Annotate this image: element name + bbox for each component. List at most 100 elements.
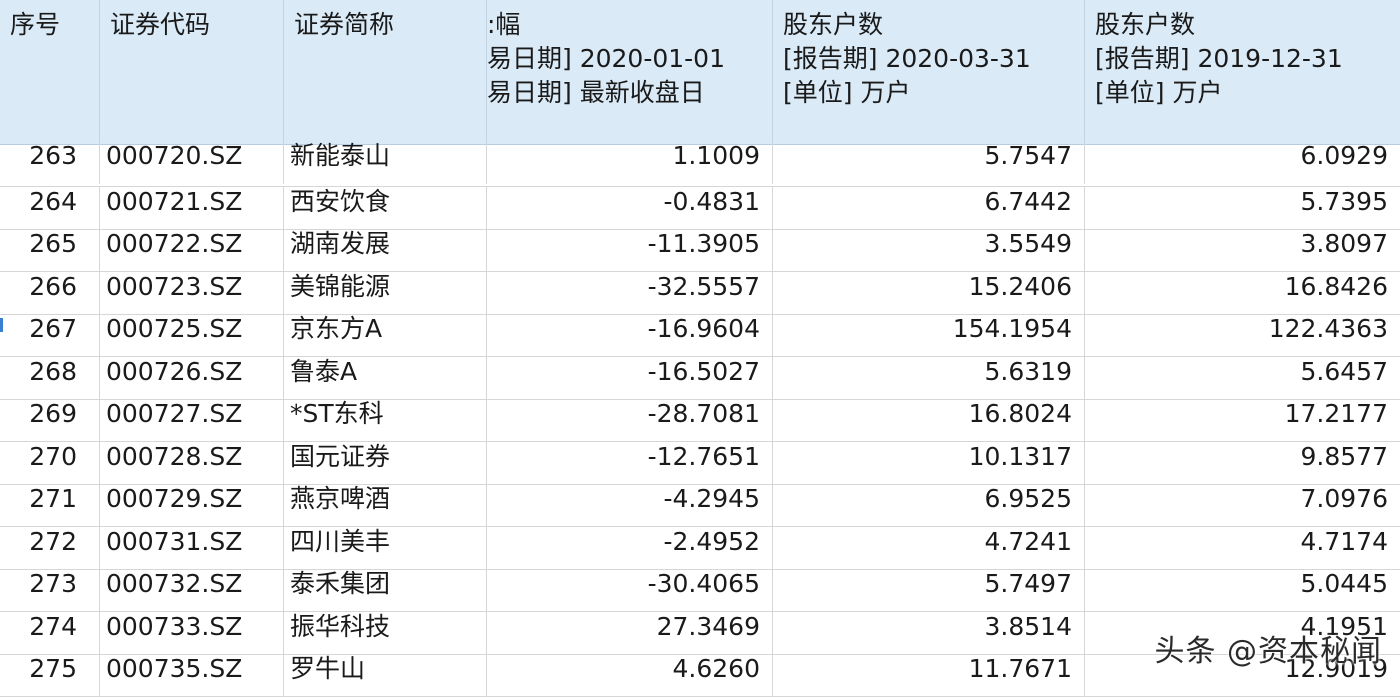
header-holders-2020q1-unit: [单位] 万户: [783, 78, 911, 107]
cell-holders-2019q4[interactable]: 7.0976: [1085, 484, 1400, 526]
cell-seq[interactable]: 273: [0, 569, 100, 611]
cell-holders-2019q4[interactable]: 3.8097: [1085, 229, 1400, 271]
cell-seq[interactable]: 272: [0, 527, 100, 569]
table-row[interactable]: 272 000731.SZ 四川美丰 -2.4952 4.7241 4.7174: [0, 527, 1400, 570]
cell-holders-2019q4[interactable]: 5.0445: [1085, 569, 1400, 611]
cell-change[interactable]: -12.7651: [487, 442, 773, 484]
cell-change[interactable]: -32.5557: [487, 272, 773, 314]
table-row[interactable]: 269 000727.SZ *ST东科 -28.7081 16.8024 17.2177: [0, 399, 1400, 442]
cell-holders-2020q1[interactable]: 5.7497: [773, 569, 1085, 611]
cell-holders-2019q4[interactable]: 4.7174: [1085, 527, 1400, 569]
cell-change[interactable]: -2.4952: [487, 527, 773, 569]
cell-code[interactable]: 000720.SZ: [100, 142, 284, 184]
cell-name[interactable]: 振华科技: [284, 612, 487, 654]
cell-code[interactable]: 000722.SZ: [100, 229, 284, 271]
cell-seq[interactable]: 274: [0, 612, 100, 654]
cell-holders-2019q4[interactable]: 5.6457: [1085, 357, 1400, 399]
cell-holders-2020q1[interactable]: 3.5549: [773, 229, 1085, 271]
cell-code[interactable]: 000727.SZ: [100, 399, 284, 441]
cell-name[interactable]: 京东方A: [284, 314, 487, 356]
cell-holders-2020q1[interactable]: 16.8024: [773, 399, 1085, 441]
cell-change[interactable]: 4.6260: [487, 654, 773, 696]
cell-holders-2019q4[interactable]: 16.8426: [1085, 272, 1400, 314]
cell-name[interactable]: 燕京啤酒: [284, 484, 487, 526]
cell-change[interactable]: -11.3905: [487, 229, 773, 271]
cell-code[interactable]: 000721.SZ: [100, 187, 284, 229]
cell-name[interactable]: 美锦能源: [284, 272, 487, 314]
cell-seq[interactable]: 267: [0, 314, 100, 356]
cell-seq[interactable]: 263: [0, 142, 100, 184]
cell-code[interactable]: 000733.SZ: [100, 612, 284, 654]
grid-header: 序号 证券代码 证券简称 :幅 易日期] 2020-01-01 易日期] 最新收…: [0, 0, 1400, 145]
table-row[interactable]: 267 000725.SZ 京东方A -16.9604 154.1954 122.4363: [0, 314, 1400, 357]
cell-code[interactable]: 000735.SZ: [100, 654, 284, 696]
cell-code[interactable]: 000723.SZ: [100, 272, 284, 314]
table-row[interactable]: 265 000722.SZ 湖南发展 -11.3905 3.5549 3.8097: [0, 229, 1400, 272]
cell-code[interactable]: 000726.SZ: [100, 357, 284, 399]
cell-change[interactable]: -16.5027: [487, 357, 773, 399]
cell-code[interactable]: 000728.SZ: [100, 442, 284, 484]
cell-change[interactable]: -0.4831: [487, 187, 773, 229]
cell-name[interactable]: 国元证券: [284, 442, 487, 484]
cell-change[interactable]: -4.2945: [487, 484, 773, 526]
table-row[interactable]: 271 000729.SZ 燕京啤酒 -4.2945 6.9525 7.0976: [0, 484, 1400, 527]
cell-holders-2020q1[interactable]: 4.7241: [773, 527, 1085, 569]
cell-name[interactable]: 四川美丰: [284, 527, 487, 569]
cell-holders-2019q4[interactable]: 122.4363: [1085, 314, 1400, 356]
cell-holders-2020q1[interactable]: 6.7442: [773, 187, 1085, 229]
cell-seq[interactable]: 275: [0, 654, 100, 696]
cell-holders-2019q4[interactable]: 17.2177: [1085, 399, 1400, 441]
cell-holders-2020q1[interactable]: 6.9525: [773, 484, 1085, 526]
header-change[interactable]: :幅 易日期] 2020-01-01 易日期] 最新收盘日: [487, 0, 773, 144]
cell-name[interactable]: 鲁泰A: [284, 357, 487, 399]
table-row[interactable]: 266 000723.SZ 美锦能源 -32.5557 15.2406 16.8426: [0, 272, 1400, 315]
table-row[interactable]: 273 000732.SZ 泰禾集团 -30.4065 5.7497 5.0445: [0, 569, 1400, 612]
cell-holders-2019q4[interactable]: 5.7395: [1085, 187, 1400, 229]
cell-seq[interactable]: 265: [0, 229, 100, 271]
header-holders-2019q4[interactable]: 股东户数 [报告期] 2019-12-31 [单位] 万户: [1085, 0, 1400, 144]
cell-name[interactable]: 西安饮食: [284, 187, 487, 229]
cell-name[interactable]: 新能泰山: [284, 142, 487, 184]
cell-holders-2020q1[interactable]: 15.2406: [773, 272, 1085, 314]
row-selection-marker: [0, 318, 3, 332]
cell-change[interactable]: -30.4065: [487, 569, 773, 611]
cell-holders-2019q4[interactable]: 6.0929: [1085, 142, 1400, 184]
cell-code[interactable]: 000725.SZ: [100, 314, 284, 356]
cell-seq[interactable]: 269: [0, 399, 100, 441]
header-name-label: 证券简称: [294, 10, 395, 39]
cell-change[interactable]: 27.3469: [487, 612, 773, 654]
cell-holders-2020q1[interactable]: 5.6319: [773, 357, 1085, 399]
header-holders-2020q1[interactable]: 股东户数 [报告期] 2020-03-31 [单位] 万户: [773, 0, 1085, 144]
table-row[interactable]: 268 000726.SZ 鲁泰A -16.5027 5.6319 5.6457: [0, 357, 1400, 400]
cell-seq[interactable]: 268: [0, 357, 100, 399]
header-holders-2019q4-period: [报告期] 2019-12-31: [1095, 44, 1343, 73]
header-name[interactable]: 证券简称: [284, 0, 487, 144]
cell-seq[interactable]: 271: [0, 484, 100, 526]
cell-name[interactable]: 罗牛山: [284, 654, 487, 696]
cell-change[interactable]: -16.9604: [487, 314, 773, 356]
cell-holders-2020q1[interactable]: 154.1954: [773, 314, 1085, 356]
cell-code[interactable]: 000732.SZ: [100, 569, 284, 611]
header-holders-2020q1-title: 股东户数: [783, 10, 884, 39]
cell-name[interactable]: 湖南发展: [284, 229, 487, 271]
cell-holders-2020q1[interactable]: 10.1317: [773, 442, 1085, 484]
header-code[interactable]: 证券代码: [100, 0, 284, 144]
table-row[interactable]: 263 000720.SZ 新能泰山 1.1009 5.7547 6.0929: [0, 142, 1400, 187]
cell-seq[interactable]: 264: [0, 187, 100, 229]
table-row[interactable]: 264 000721.SZ 西安饮食 -0.4831 6.7442 5.7395: [0, 187, 1400, 230]
cell-holders-2019q4[interactable]: 9.8577: [1085, 442, 1400, 484]
cell-holders-2020q1[interactable]: 11.7671: [773, 654, 1085, 696]
header-change-title: :幅: [487, 10, 521, 39]
cell-code[interactable]: 000729.SZ: [100, 484, 284, 526]
cell-code[interactable]: 000731.SZ: [100, 527, 284, 569]
cell-holders-2020q1[interactable]: 3.8514: [773, 612, 1085, 654]
cell-holders-2020q1[interactable]: 5.7547: [773, 142, 1085, 184]
table-row[interactable]: 270 000728.SZ 国元证券 -12.7651 10.1317 9.8577: [0, 442, 1400, 485]
cell-change[interactable]: 1.1009: [487, 142, 773, 184]
cell-seq[interactable]: 266: [0, 272, 100, 314]
cell-name[interactable]: 泰禾集团: [284, 569, 487, 611]
cell-name[interactable]: *ST东科: [284, 399, 487, 441]
cell-change[interactable]: -28.7081: [487, 399, 773, 441]
cell-seq[interactable]: 270: [0, 442, 100, 484]
header-seq[interactable]: 序号: [0, 0, 100, 144]
